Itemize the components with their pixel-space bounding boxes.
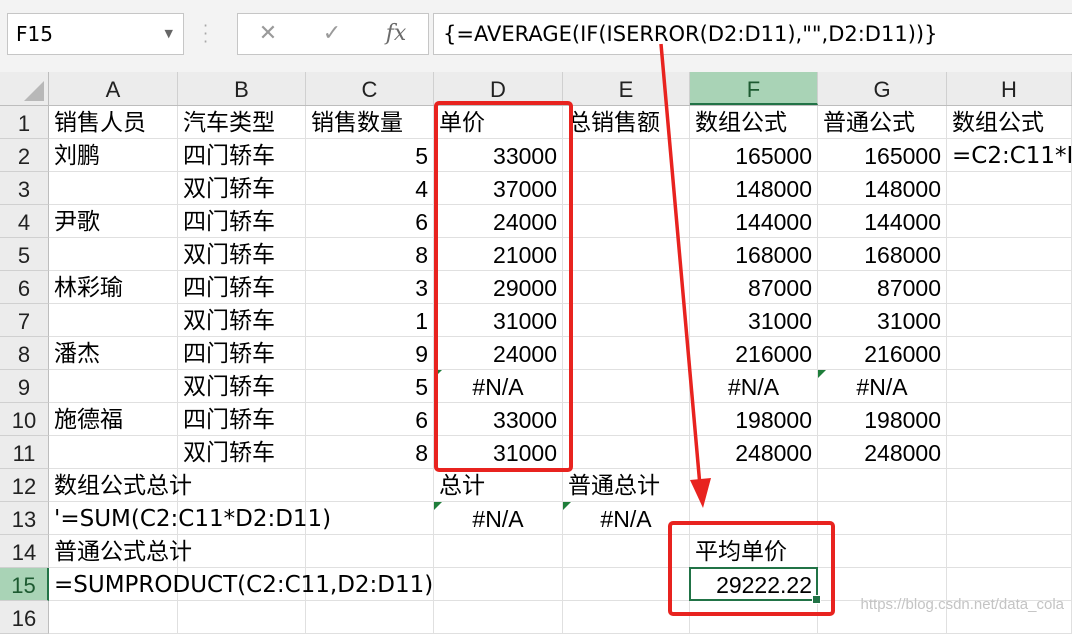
arrow-head: [690, 478, 711, 508]
watermark: https://blog.csdn.net/data_cola: [860, 596, 1064, 613]
annotation-arrow: [659, 43, 711, 508]
arrow-line: [659, 43, 702, 487]
